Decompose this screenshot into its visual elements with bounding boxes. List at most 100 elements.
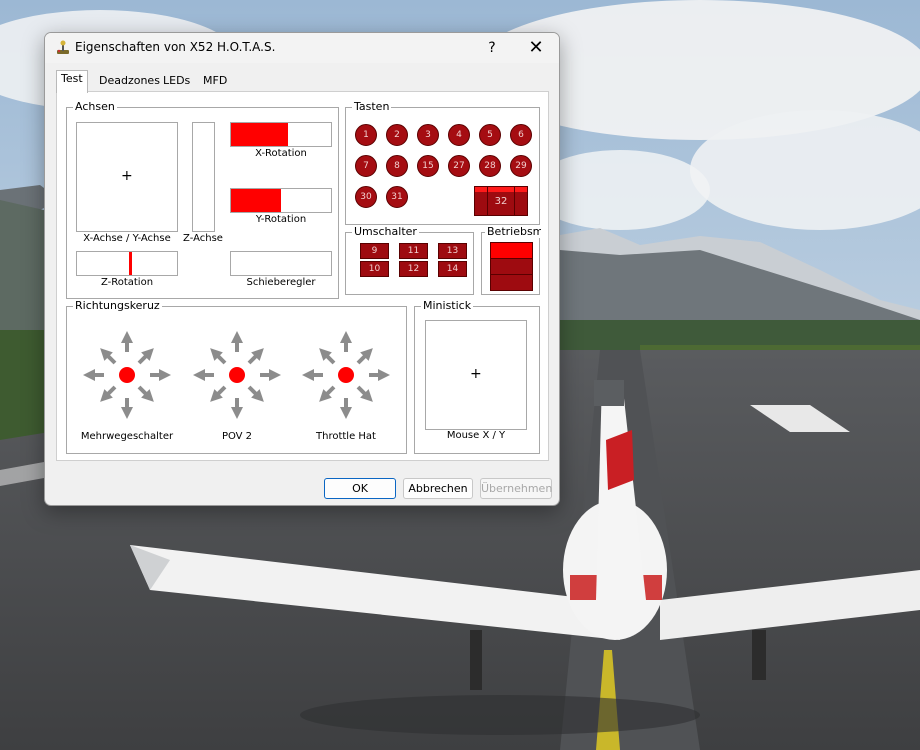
button-indicator: 30 [355, 186, 377, 208]
button-indicator: 27 [448, 155, 470, 177]
switch-indicator: 9 [360, 243, 389, 259]
button-indicator: 2 [386, 124, 408, 146]
hat-arrow-e-icon [369, 369, 390, 381]
switches-group-label: Umschalter [352, 225, 419, 238]
slider-label: Schieberegler [246, 277, 316, 288]
xy-axis-box: + [76, 122, 178, 232]
y-rotation-fill [231, 189, 281, 212]
hat-arrow-nw-icon [319, 348, 336, 365]
switch-indicator: 14 [438, 261, 467, 277]
hat-arrow-w-icon [193, 369, 214, 381]
hat-arrow-n-icon [340, 331, 352, 352]
apply-button[interactable]: Übernehmen [480, 478, 552, 499]
axes-group-label: Achsen [73, 100, 117, 113]
hat-arrows-icon [302, 331, 390, 419]
help-button[interactable]: ? [481, 35, 503, 61]
z-axis-label: Z-Achse [183, 233, 223, 244]
joystick-app-icon [57, 40, 69, 54]
z-rotation-marker [129, 252, 132, 275]
hat-arrow-s-icon [231, 398, 243, 419]
hats-group-label: Richtungskeruz [73, 299, 162, 312]
switch-indicator: 13 [438, 243, 467, 259]
tab-test[interactable]: Test [56, 70, 88, 93]
hat-arrow-se-icon [137, 385, 154, 402]
hat-pov2-label: POV 2 [221, 431, 253, 442]
hat-arrow-s-icon [340, 398, 352, 419]
button-indicator: 5 [479, 124, 501, 146]
properties-dialog: Eigenschaften von X52 H.O.T.A.S. ? ✕ Tes… [44, 32, 560, 506]
hat-arrow-n-icon [121, 331, 133, 352]
hat-arrow-s-icon [121, 398, 133, 419]
button-32-label: 32 [494, 196, 508, 207]
ministick-group-label: Ministick [421, 299, 474, 312]
button-indicator: 15 [417, 155, 439, 177]
x-rotation-label: X-Rotation [255, 148, 307, 159]
ministick-crosshair-icon: + [470, 366, 482, 382]
button-indicator: 29 [510, 155, 532, 177]
button-indicator: 31 [386, 186, 408, 208]
hat-arrow-e-icon [260, 369, 281, 381]
ministick-label: Mouse X / Y [446, 430, 506, 441]
xy-axis-label: X-Achse / Y-Achse [83, 233, 171, 244]
mode-indicator-1 [490, 242, 533, 259]
ok-button[interactable]: OK [324, 478, 396, 499]
window-title: Eigenschaften von X52 H.O.T.A.S. [75, 40, 276, 54]
mode-indicator-3 [490, 274, 533, 291]
xy-crosshair-icon: + [121, 168, 133, 184]
hat-mehrwegeschalter-label: Mehrwegeschalter [80, 431, 174, 442]
button-indicator: 7 [355, 155, 377, 177]
hat-mehrwegeschalter [79, 327, 175, 423]
hat-center-dot [338, 367, 354, 383]
hat-arrow-nw-icon [100, 348, 117, 365]
test-tab-panel: Achsen + X-Achse / Y-Achse Z-Achse X-Rot… [56, 91, 549, 461]
buttons-group: Tasten 1 2 3 4 5 6 7 8 15 27 28 29 30 31 32 [345, 100, 540, 225]
button-indicator: 3 [417, 124, 439, 146]
switch-indicator: 12 [399, 261, 428, 277]
mode-indicator-stack [490, 242, 533, 291]
hat-arrow-nw-icon [210, 348, 227, 365]
y-rotation-bar [230, 188, 332, 213]
title-bar[interactable]: Eigenschaften von X52 H.O.T.A.S. ? ✕ [45, 33, 559, 63]
hat-arrow-ne-icon [356, 348, 373, 365]
hat-center-dot [119, 367, 135, 383]
hat-arrow-se-icon [356, 385, 373, 402]
switches-group: Umschalter 9 11 13 10 12 14 [345, 225, 474, 295]
button-indicator: 6 [510, 124, 532, 146]
tab-mfd[interactable]: MFD [199, 73, 231, 91]
mode-group: Betriebsmodus [481, 225, 541, 295]
mode-group-label: Betriebsmodus [485, 225, 541, 238]
buttons-group-label: Tasten [352, 100, 392, 113]
z-rotation-label: Z-Rotation [100, 277, 154, 288]
hat-throttle [298, 327, 394, 423]
hat-arrows-icon [83, 331, 171, 419]
button-32-divider [514, 187, 515, 215]
tab-deadzones[interactable]: Deadzones [95, 73, 164, 91]
button-indicator: 8 [386, 155, 408, 177]
close-button[interactable]: ✕ [525, 35, 547, 61]
hat-arrow-ne-icon [137, 348, 154, 365]
button-indicator: 4 [448, 124, 470, 146]
hats-group: Richtungskeruz Mehrwegeschalter POV 2 Th… [66, 299, 407, 454]
button-32-highlight [475, 187, 527, 192]
mode-indicator-2 [490, 258, 533, 275]
z-rotation-bar [76, 251, 178, 276]
hat-arrow-w-icon [302, 369, 323, 381]
hat-arrow-sw-icon [319, 385, 336, 402]
slider-bar [230, 251, 332, 276]
hat-arrow-sw-icon [210, 385, 227, 402]
switch-indicator: 11 [399, 243, 428, 259]
x-rotation-bar [230, 122, 332, 147]
hat-arrow-n-icon [231, 331, 243, 352]
button-32-indicator: 32 [474, 186, 528, 216]
hat-arrow-e-icon [150, 369, 171, 381]
hat-arrow-ne-icon [247, 348, 264, 365]
cancel-button[interactable]: Abbrechen [403, 478, 473, 499]
ministick-group: Ministick + Mouse X / Y [414, 299, 540, 454]
z-axis-bar [192, 122, 215, 232]
hat-pov2 [189, 327, 285, 423]
x-rotation-fill [231, 123, 288, 146]
tab-leds[interactable]: LEDs [159, 73, 194, 91]
ministick-box: + [425, 320, 527, 430]
y-rotation-label: Y-Rotation [255, 214, 307, 225]
button-indicator: 1 [355, 124, 377, 146]
